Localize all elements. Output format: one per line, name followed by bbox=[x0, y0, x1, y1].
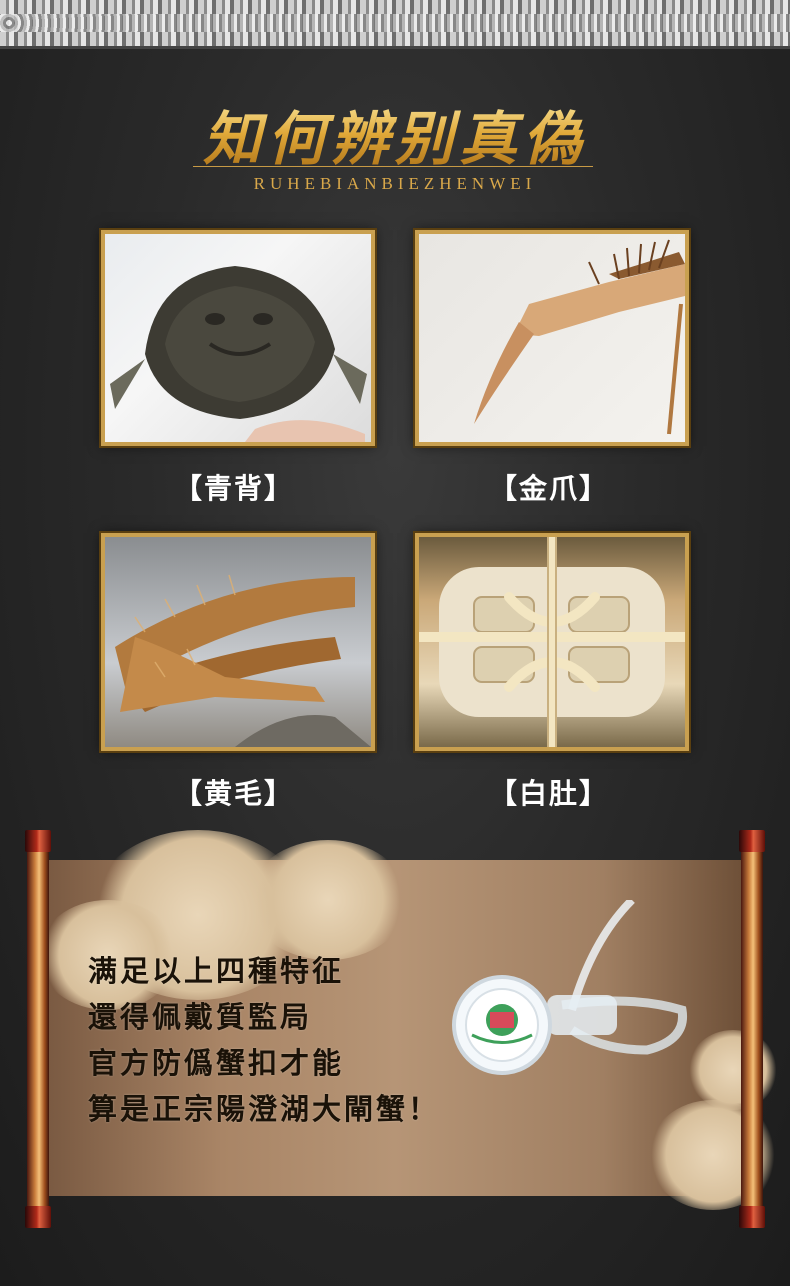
scroll-rod-left bbox=[27, 845, 49, 1210]
message-line: 满足以上四種特征 bbox=[88, 954, 345, 988]
message-line: 還得佩戴質監局 bbox=[88, 1000, 313, 1034]
scroll-rod-cap bbox=[25, 830, 51, 852]
authenticity-message: 满足以上四種特征 還得佩戴質監局 官方防僞蟹扣才能 算是正宗陽澄湖大閘蟹！ bbox=[88, 948, 440, 1132]
cloud-ornament bbox=[248, 840, 408, 960]
crab-leg-hair-photo bbox=[101, 533, 375, 751]
title-divider bbox=[193, 166, 593, 167]
scroll-rod-cap bbox=[739, 1206, 765, 1228]
crab-belly-photo bbox=[415, 533, 689, 751]
scroll-rod-cap bbox=[739, 830, 765, 852]
scroll-rod-right bbox=[741, 845, 763, 1210]
decorative-top-border bbox=[0, 0, 790, 49]
message-line: 算是正宗陽澄湖大閘蟹！ bbox=[88, 1092, 441, 1126]
feature-label-yellow-hair: 【黄毛】 bbox=[173, 777, 294, 810]
crab-claw-photo bbox=[415, 230, 689, 446]
page-title: 知何辨别真偽 bbox=[0, 92, 790, 176]
feature-label-white-belly: 【白肚】 bbox=[488, 777, 609, 810]
scroll-rod-cap bbox=[25, 1206, 51, 1228]
crab-back-photo bbox=[101, 230, 375, 446]
feature-label-green-back: 【青背】 bbox=[173, 472, 294, 505]
anti-counterfeit-crab-tag-image bbox=[452, 897, 702, 1090]
page-subtitle: RUHEBIANBIEZHENWEI bbox=[253, 174, 537, 193]
feature-label-golden-claw: 【金爪】 bbox=[488, 472, 609, 505]
message-line: 官方防僞蟹扣才能 bbox=[88, 1046, 345, 1080]
